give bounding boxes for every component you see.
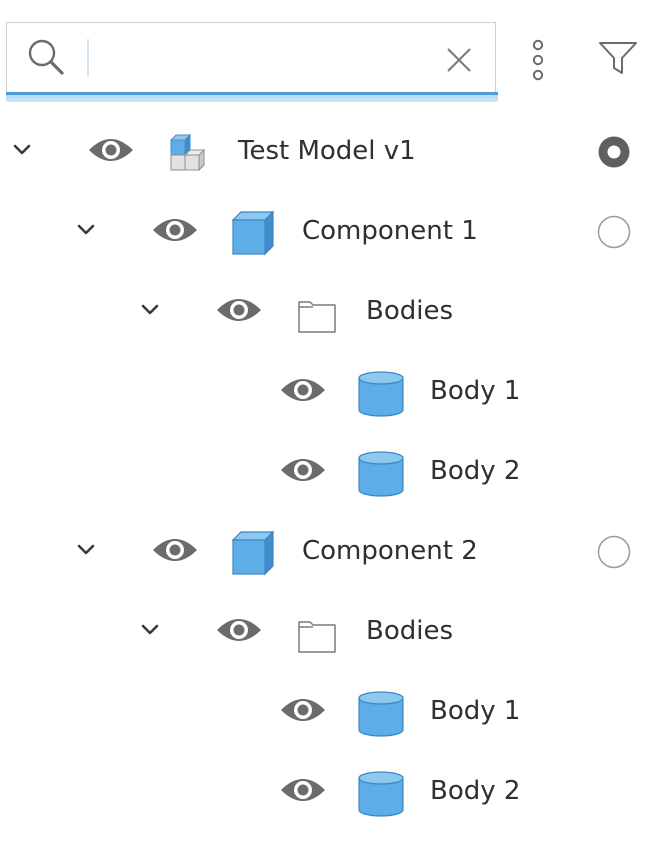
close-icon[interactable]	[446, 47, 472, 73]
body-cylinder-icon	[355, 686, 407, 738]
tree-item-label[interactable]: Bodies	[366, 294, 453, 328]
search-input[interactable]	[87, 39, 437, 77]
tree-item-label[interactable]: Body 2	[430, 454, 520, 488]
tree-item-label[interactable]: Body 1	[430, 374, 520, 408]
search-icon	[28, 39, 64, 75]
more-vertical-icon[interactable]	[526, 38, 550, 82]
tree-row-body[interactable]: Body 2	[0, 432, 664, 512]
eye-icon[interactable]	[279, 774, 327, 806]
component-cube-icon	[227, 526, 279, 578]
eye-icon[interactable]	[87, 134, 135, 166]
tree-row-model[interactable]: Test Model v1	[0, 112, 664, 192]
chevron-down-icon[interactable]	[140, 300, 160, 320]
tree-item-label[interactable]: Test Model v1	[238, 134, 416, 168]
chevron-down-icon[interactable]	[76, 540, 96, 560]
tree-row-folder[interactable]: Bodies	[0, 272, 664, 352]
eye-icon[interactable]	[279, 454, 327, 486]
model-browser-tree: Test Model v1 Component 1 Bodies Body 1 Body…	[0, 112, 664, 832]
tree-row-component[interactable]: Component 2	[0, 512, 664, 592]
browser-toolbar	[0, 0, 664, 104]
radio-active-icon[interactable]	[597, 135, 631, 169]
search-focus-underline	[6, 92, 498, 102]
filter-icon[interactable]	[598, 40, 638, 76]
eye-icon[interactable]	[151, 214, 199, 246]
eye-icon[interactable]	[279, 694, 327, 726]
tree-row-component[interactable]: Component 1	[0, 192, 664, 272]
eye-icon[interactable]	[215, 614, 263, 646]
tree-item-label[interactable]: Bodies	[366, 614, 453, 648]
tree-item-label[interactable]: Body 1	[430, 694, 520, 728]
search-box[interactable]	[6, 22, 496, 92]
tree-row-body[interactable]: Body 1	[0, 352, 664, 432]
tree-item-label[interactable]: Component 2	[302, 534, 478, 568]
chevron-down-icon[interactable]	[76, 220, 96, 240]
folder-icon	[291, 286, 343, 338]
tree-item-label[interactable]: Component 1	[302, 214, 478, 248]
tree-row-folder[interactable]: Bodies	[0, 592, 664, 672]
component-cube-icon	[227, 206, 279, 258]
folder-icon	[291, 606, 343, 658]
tree-row-body[interactable]: Body 2	[0, 752, 664, 832]
chevron-down-icon[interactable]	[140, 620, 160, 640]
eye-icon[interactable]	[279, 374, 327, 406]
body-cylinder-icon	[355, 366, 407, 418]
eye-icon[interactable]	[215, 294, 263, 326]
body-cylinder-icon	[355, 766, 407, 818]
tree-row-body[interactable]: Body 1	[0, 672, 664, 752]
eye-icon[interactable]	[151, 534, 199, 566]
tree-item-label[interactable]: Body 2	[430, 774, 520, 808]
assembly-icon	[163, 126, 215, 178]
radio-inactive-icon[interactable]	[597, 215, 631, 249]
chevron-down-icon[interactable]	[12, 140, 32, 160]
radio-inactive-icon[interactable]	[597, 535, 631, 569]
body-cylinder-icon	[355, 446, 407, 498]
